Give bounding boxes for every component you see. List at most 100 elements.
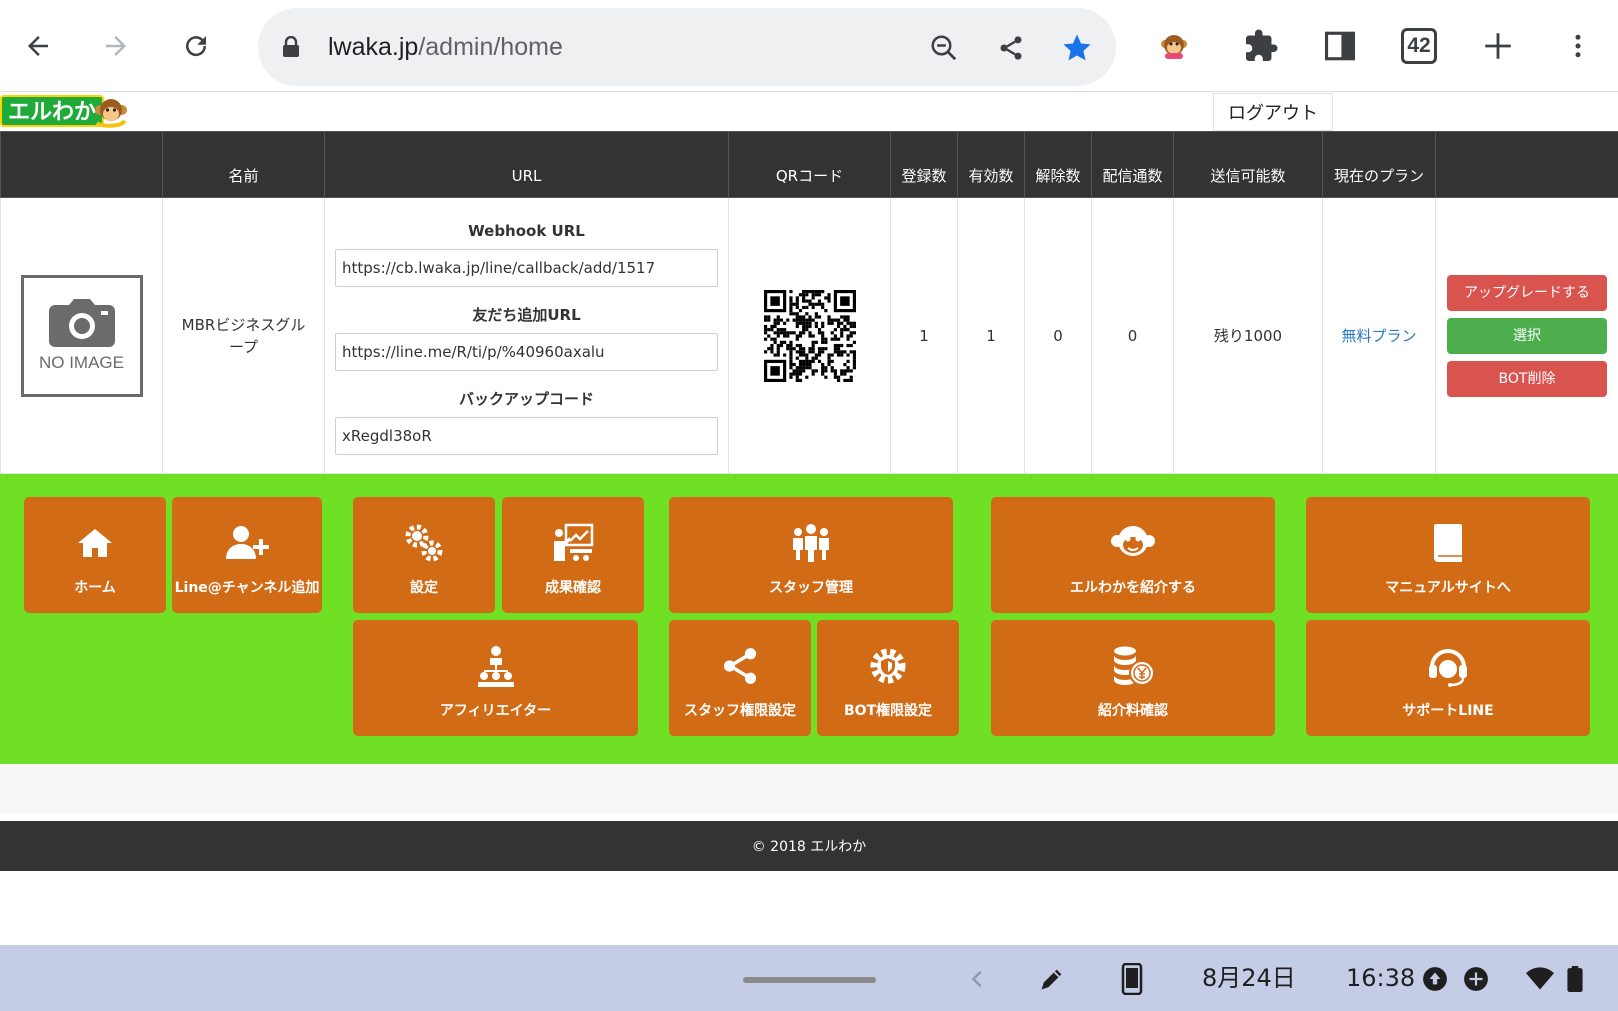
side-panel-button[interactable] xyxy=(1320,26,1360,66)
shelf-time[interactable]: 16:38 xyxy=(1346,945,1415,1011)
webhook-url-title: Webhook URL xyxy=(468,221,585,240)
monkey-icon xyxy=(1161,35,1187,59)
main-menu: ホーム Line@チャンネル追加 設定 成果確認 スタッフ管理 エルわかを紹介す… xyxy=(0,474,1618,764)
menu-settings-label: 設定 xyxy=(410,580,438,596)
zoom-out-button[interactable] xyxy=(928,32,960,64)
book-icon xyxy=(1434,524,1462,562)
update-status[interactable] xyxy=(1419,963,1451,995)
menu-staff[interactable]: スタッフ管理 xyxy=(669,497,953,613)
extensions-button[interactable] xyxy=(1241,26,1281,66)
menu-referral-fee-label: 紹介料確認 xyxy=(1098,703,1168,719)
header-plan: 現在のプラン xyxy=(1322,131,1436,198)
user-plus-icon xyxy=(226,526,269,559)
menu-home[interactable]: ホーム xyxy=(24,497,166,613)
bookmark-star-button[interactable] xyxy=(1061,32,1093,64)
header-qr: QRコード xyxy=(728,131,891,198)
share-button[interactable] xyxy=(995,32,1027,64)
logout-button[interactable]: ログアウト xyxy=(1213,93,1333,131)
add-status[interactable] xyxy=(1460,963,1492,995)
header-url: URL xyxy=(324,131,729,198)
header-actions xyxy=(1435,131,1618,198)
menu-bot-permission-label: BOT権限設定 xyxy=(843,703,933,719)
site-logo[interactable]: エルわか xyxy=(0,95,130,128)
shelf-back-button[interactable] xyxy=(962,963,994,995)
presentation-icon xyxy=(554,523,594,561)
menu-support-line[interactable]: サポートLINE xyxy=(1306,620,1590,736)
menu-results[interactable]: 成果確認 xyxy=(502,497,644,613)
reload-button[interactable] xyxy=(172,22,220,70)
actions-cell: アップグレードする 選択 BOT削除 xyxy=(1435,197,1618,474)
home-handle[interactable] xyxy=(743,977,876,983)
upgrade-button[interactable]: アップグレードする xyxy=(1447,274,1607,311)
menu-bot-permission[interactable]: BOT権限設定 xyxy=(817,620,959,736)
menu-add-channel-label: Line@チャンネル追加 xyxy=(174,580,320,596)
menu-home-label: ホーム xyxy=(74,580,116,596)
menu-referral-fee[interactable]: 紹介料確認 xyxy=(991,620,1275,736)
share-icon xyxy=(1000,36,1022,60)
monkey-mascot-icon xyxy=(95,99,127,128)
page-content: エルわか ログアウト 名前 URL QRコード 登録数 有効数 解除数 配信通数… xyxy=(0,93,1618,945)
reload-icon xyxy=(186,36,207,57)
lock-icon xyxy=(283,36,299,57)
backup-code-title: バックアップコード xyxy=(458,389,594,408)
header-image xyxy=(0,131,163,198)
menu-staff-permission[interactable]: スタッフ権限設定 xyxy=(669,620,811,736)
friend-url-title: 友だち追加URL xyxy=(472,305,581,324)
system-shelf: 8月24日 16:38 xyxy=(0,945,1618,1011)
upload-circle-icon xyxy=(1423,967,1447,991)
address-bar[interactable]: lwaka.jp/admin/home xyxy=(258,8,1116,86)
extension-monkey-button[interactable] xyxy=(1154,26,1194,66)
registered-count: 1 xyxy=(890,197,958,474)
headset-icon xyxy=(1429,649,1467,687)
menu-settings[interactable]: 設定 xyxy=(353,497,495,613)
url-host: lwaka.jp xyxy=(328,33,419,61)
wifi-status[interactable] xyxy=(1524,963,1556,995)
menu-manual[interactable]: マニュアルサイトへ xyxy=(1306,497,1590,613)
battery-icon xyxy=(1567,966,1583,992)
new-tab-button[interactable] xyxy=(1478,26,1518,66)
webhook-url-field[interactable] xyxy=(335,248,718,287)
puzzle-icon xyxy=(1246,29,1278,61)
menu-add-channel[interactable]: Line@チャンネル追加 xyxy=(172,497,322,613)
staff-group-icon xyxy=(793,524,829,562)
header-delivered: 配信通数 xyxy=(1091,131,1174,198)
network-people-icon xyxy=(477,646,514,687)
menu-affiliate[interactable]: アフィリエイター xyxy=(353,620,638,736)
delivered-count: 0 xyxy=(1091,197,1174,474)
select-button[interactable]: 選択 xyxy=(1447,317,1607,354)
bot-name-cell: MBRビジネスグループ xyxy=(162,197,325,474)
menu-introduce-label: エルわかを紹介する xyxy=(1070,580,1196,596)
camera-icon xyxy=(48,298,115,347)
stylus-tools-button[interactable] xyxy=(1036,963,1068,995)
url-path: /admin/home xyxy=(418,33,563,61)
bot-image-cell: NO IMAGE xyxy=(0,197,163,474)
copyright-text: © 2018 エルわか xyxy=(751,839,867,855)
tab-count-button[interactable]: 42 xyxy=(1401,28,1437,64)
gear-shield-icon xyxy=(870,648,906,684)
no-image-placeholder: NO IMAGE xyxy=(20,274,143,397)
pen-icon xyxy=(1041,969,1062,990)
shelf-date[interactable]: 8月24日 xyxy=(1202,945,1296,1011)
header-active: 有効数 xyxy=(957,131,1025,198)
arrow-right-icon xyxy=(106,36,126,56)
plan-link[interactable]: 無料プラン xyxy=(1341,327,1416,345)
monkey-face-icon xyxy=(1111,526,1155,556)
delete-bot-button[interactable]: BOT削除 xyxy=(1447,360,1607,397)
header-sendable: 送信可能数 xyxy=(1173,131,1323,198)
battery-status[interactable] xyxy=(1559,963,1591,995)
backup-code-field[interactable] xyxy=(335,416,718,455)
phone-hub-button[interactable] xyxy=(1116,963,1148,995)
plus-icon xyxy=(1485,33,1511,59)
plan-cell: 無料プラン xyxy=(1322,197,1436,474)
phone-icon xyxy=(1121,963,1143,995)
share-network-icon xyxy=(723,648,757,684)
browser-menu-button[interactable] xyxy=(1558,26,1598,66)
qr-cell xyxy=(728,197,891,474)
header-unsubscribed: 解除数 xyxy=(1024,131,1092,198)
friend-url-field[interactable] xyxy=(335,332,718,371)
star-icon xyxy=(1063,34,1091,61)
forward-button[interactable] xyxy=(92,22,140,70)
plus-circle-icon xyxy=(1464,967,1488,991)
menu-introduce[interactable]: エルわかを紹介する xyxy=(991,497,1275,613)
back-button[interactable] xyxy=(14,22,62,70)
